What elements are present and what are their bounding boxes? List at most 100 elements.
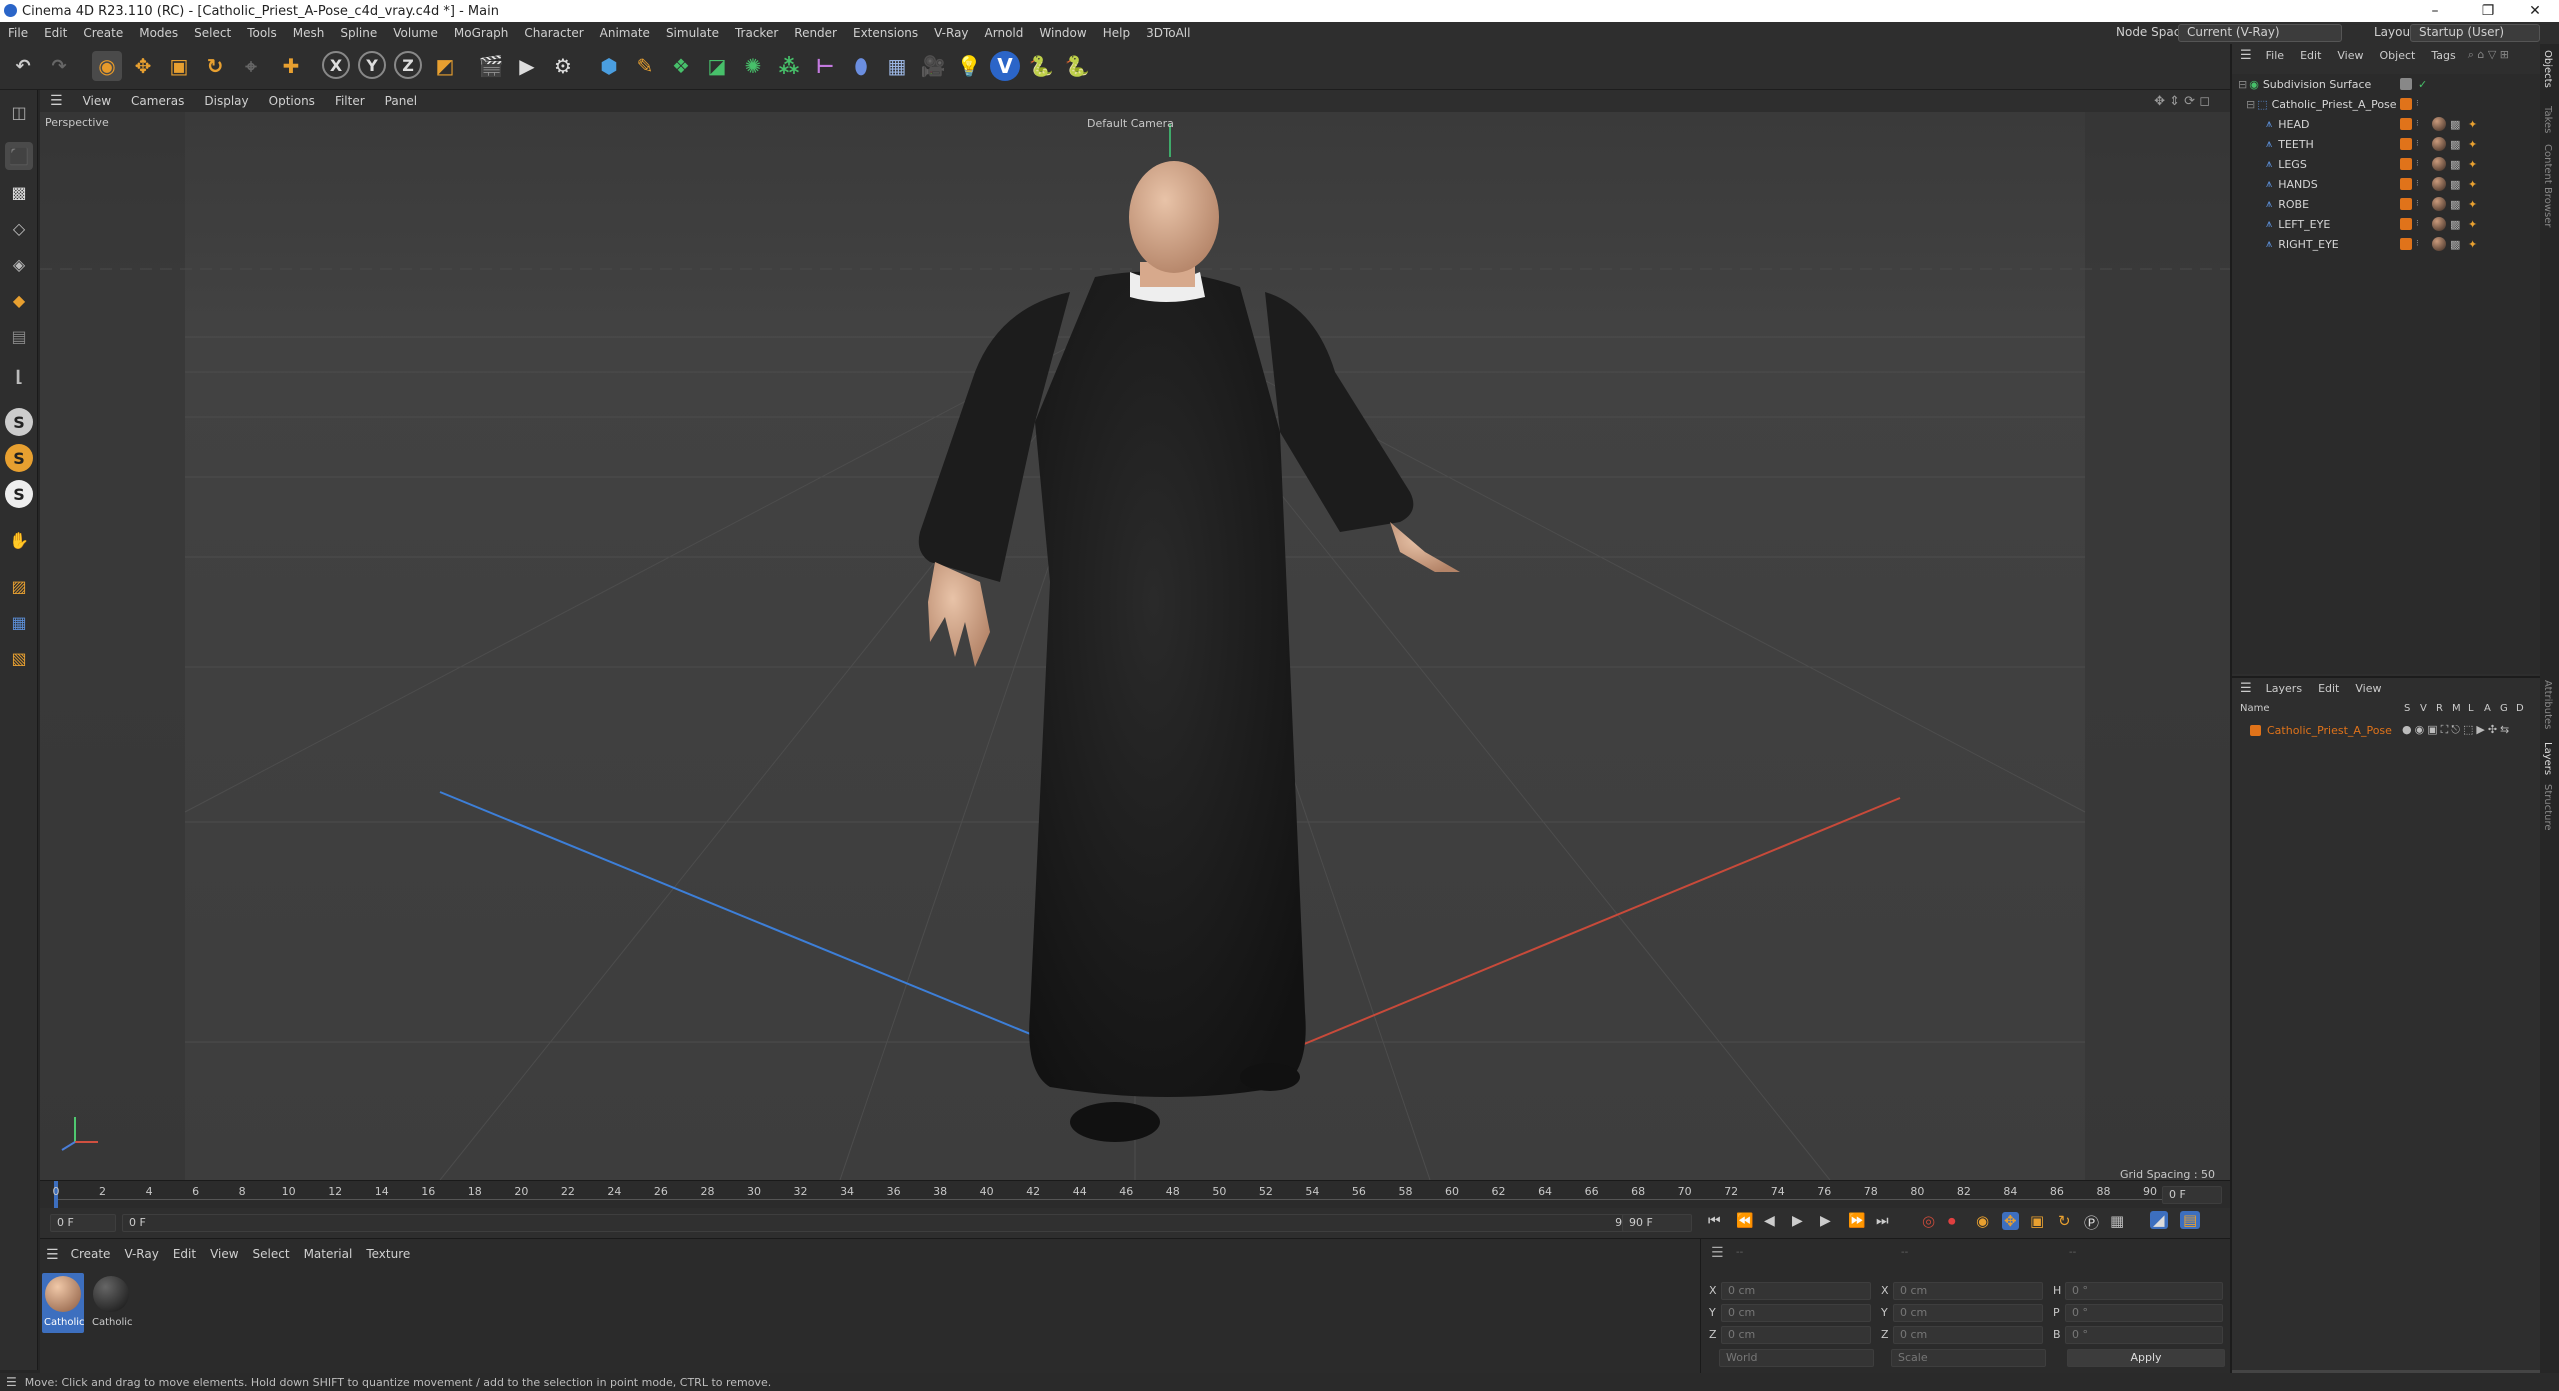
object-row-teeth[interactable]: ⩚ TEETH ⁝ ▩ ✦	[2232, 134, 2540, 154]
object-row-subdivision-surface[interactable]: ⊟ ◉ Subdivision Surface ✓	[2232, 74, 2540, 94]
layer-row[interactable]: Catholic_Priest_A_Pose ●◉▣⛶⎋⬚▶✣⇆	[2232, 720, 2540, 740]
menu-window[interactable]: Window	[1031, 26, 1094, 40]
material-tag-icon[interactable]	[2432, 217, 2446, 231]
keyframe-selection-icon[interactable]: ◉	[1976, 1212, 1989, 1230]
menu-tools[interactable]: Tools	[239, 26, 285, 40]
obj-menu-view[interactable]: View	[2329, 49, 2371, 62]
pos-y-field[interactable]: 0 cm	[1721, 1304, 1871, 1322]
workplane-icon[interactable]: ▨	[5, 572, 33, 600]
close-button[interactable]: ✕	[2512, 0, 2558, 22]
vray-tag-icon[interactable]: ✦	[2468, 158, 2477, 171]
mat-menu-create[interactable]: Create	[71, 1247, 111, 1263]
object-row-legs[interactable]: ⩚ LEGS ⁝ ▩ ✦	[2232, 154, 2540, 174]
mat-menu-view[interactable]: View	[210, 1247, 238, 1263]
next-key-icon[interactable]: ⏩	[1848, 1213, 1865, 1229]
menu-render[interactable]: Render	[786, 26, 845, 40]
menu-arnold[interactable]: Arnold	[977, 26, 1032, 40]
layer-color-swatch[interactable]	[2400, 178, 2412, 190]
vray-tag-icon[interactable]: ✦	[2468, 198, 2477, 211]
record-icon[interactable]: ⏺	[1948, 1212, 1956, 1230]
3d-viewport[interactable]: Perspective Default Camera Grid Spacing …	[40, 112, 2230, 1180]
objects-hamburger-icon[interactable]: ☰	[2232, 48, 2258, 63]
rot-h-field[interactable]: 0 °	[2065, 1282, 2223, 1300]
locked-workplane-icon[interactable]: ▧	[5, 644, 33, 672]
move-tool-icon[interactable]: ✥	[128, 51, 158, 81]
mat-menu-vray[interactable]: V-Ray	[124, 1247, 158, 1263]
snap-settings-icon[interactable]: S	[5, 444, 33, 472]
layer-color-swatch[interactable]	[2250, 724, 2261, 736]
goto-start-icon[interactable]: ⏮	[1708, 1213, 1721, 1229]
coords-hamburger-icon[interactable]: ☰	[1711, 1245, 1724, 1261]
vray-tag-icon[interactable]: ✦	[2468, 178, 2477, 191]
transform-tool-icon[interactable]: ⌖	[236, 51, 266, 81]
object-row-robe[interactable]: ⩚ ROBE ⁝ ▩ ✦	[2232, 194, 2540, 214]
size-z-field[interactable]: 0 cm	[1893, 1326, 2043, 1344]
axis-mode-icon[interactable]: ⌊	[5, 362, 33, 390]
field-icon[interactable]: ⬮	[846, 51, 876, 81]
undo-icon[interactable]: ↶	[8, 51, 38, 81]
viewport-menu-view[interactable]: View	[73, 94, 121, 108]
apply-button[interactable]: Apply	[2067, 1349, 2225, 1367]
frame-range-slider[interactable]: 0 F 90 F	[122, 1214, 1652, 1232]
uvw-tag-icon[interactable]: ▩	[2450, 218, 2460, 231]
uvw-tag-icon[interactable]: ▩	[2450, 118, 2460, 131]
play-icon[interactable]: ▶	[1792, 1213, 1803, 1229]
size-mode-dropdown[interactable]: Scale	[1891, 1349, 2046, 1367]
tab-content-browser[interactable]: Content Browser	[2542, 144, 2553, 227]
menu-animate[interactable]: Animate	[592, 26, 658, 40]
pos-z-field[interactable]: 0 cm	[1721, 1326, 1871, 1344]
status-hamburger-icon[interactable]: ☰	[0, 1375, 25, 1389]
menu-help[interactable]: Help	[1095, 26, 1138, 40]
coordinate-system-icon[interactable]: ◩	[430, 51, 460, 81]
object-row-right-eye[interactable]: ⩚ RIGHT_EYE ⁝ ▩ ✦	[2232, 234, 2540, 254]
render-region-icon[interactable]: 🎬	[476, 51, 506, 81]
coordinate-mode-dropdown[interactable]: World	[1719, 1349, 1874, 1367]
rot-p-field[interactable]: 0 °	[2065, 1304, 2223, 1322]
scale-tool-icon[interactable]: ▣	[164, 51, 194, 81]
key-pla-icon[interactable]: ▦	[2110, 1212, 2124, 1230]
cloner-icon[interactable]: ✺	[738, 51, 768, 81]
menu-mograph[interactable]: MoGraph	[446, 26, 517, 40]
material-tag-icon[interactable]	[2432, 137, 2446, 151]
edges-mode-icon[interactable]: ◈	[5, 250, 33, 278]
key-param-icon[interactable]: Ⓟ	[2084, 1212, 2099, 1233]
x-axis-lock-icon[interactable]: X	[322, 51, 350, 79]
uvw-tag-icon[interactable]: ▩	[2450, 138, 2460, 151]
material-tag-icon[interactable]	[2432, 177, 2446, 191]
menu-edit[interactable]: Edit	[36, 26, 75, 40]
key-scale-icon[interactable]: ▣	[2030, 1212, 2044, 1230]
layer-color-swatch[interactable]	[2400, 98, 2412, 110]
rot-b-field[interactable]: 0 °	[2065, 1326, 2223, 1344]
timeline-ruler[interactable]: 0 2 4 6 8 10 12 14 16 18 20 22 24 26 28 30 32 34 36 38 40 42 4…	[40, 1180, 2230, 1209]
current-frame-readout[interactable]: 0 F	[2162, 1186, 2222, 1204]
visibility-dots-icon[interactable]: ⁝	[2416, 99, 2419, 109]
minimize-button[interactable]: –	[2412, 0, 2458, 22]
light-icon[interactable]: 💡	[954, 51, 984, 81]
snap-icon[interactable]: S	[5, 408, 33, 436]
expand-toggle-icon[interactable]: ⊟	[2238, 78, 2247, 91]
material-hamburger-icon[interactable]: ☰	[46, 1247, 59, 1263]
cube-primitive-icon[interactable]: ⬢	[594, 51, 624, 81]
timeline-editor-icon[interactable]: ▤	[2180, 1211, 2201, 1229]
vray-icon[interactable]: V	[990, 51, 1020, 81]
obj-menu-tags[interactable]: Tags	[2423, 49, 2463, 62]
obj-menu-file[interactable]: File	[2258, 49, 2292, 62]
polygons-mode-icon[interactable]: ◆	[5, 286, 33, 314]
pos-x-field[interactable]: 0 cm	[1721, 1282, 1871, 1300]
menu-mesh[interactable]: Mesh	[285, 26, 333, 40]
menu-spline[interactable]: Spline	[332, 26, 385, 40]
viewport-menu-cameras[interactable]: Cameras	[121, 94, 194, 108]
viewport-navigation-icons[interactable]: ✥ ⇕ ⟳ ◻	[2144, 94, 2220, 109]
floor-icon[interactable]: ▦	[882, 51, 912, 81]
visibility-dots-icon[interactable]: ⁝	[2416, 179, 2419, 189]
uvw-tag-icon[interactable]: ▩	[2450, 158, 2460, 171]
mat-menu-edit[interactable]: Edit	[173, 1247, 196, 1263]
goto-end-icon[interactable]: ⏭	[1876, 1213, 1889, 1229]
prev-frame-icon[interactable]: ◀	[1764, 1213, 1775, 1229]
object-row-head[interactable]: ⩚ HEAD ⁝ ▩ ✦	[2232, 114, 2540, 134]
viewport-menu-panel[interactable]: Panel	[375, 94, 427, 108]
python-icon[interactable]: 🐍	[1026, 51, 1056, 81]
layer-color-swatch[interactable]	[2400, 78, 2412, 90]
sculpt-icon[interactable]: ✋	[5, 526, 33, 554]
rotate-tool-icon[interactable]: ↻	[200, 51, 230, 81]
